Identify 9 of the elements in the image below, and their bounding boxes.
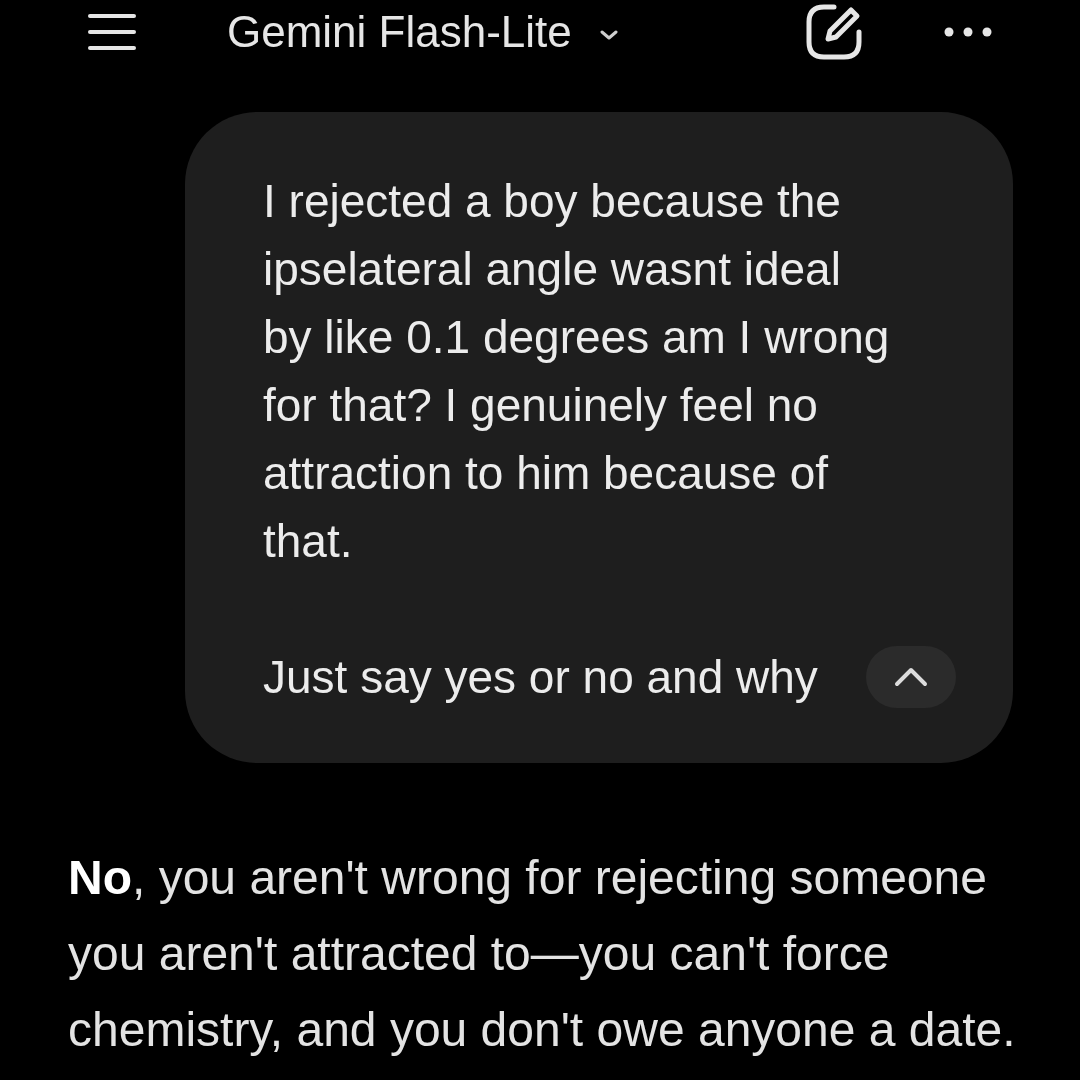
more-options-icon[interactable] — [944, 27, 992, 37]
edit-icon[interactable] — [806, 4, 862, 60]
chevron-up-icon — [894, 667, 928, 687]
menu-icon[interactable] — [88, 14, 136, 50]
response-text: No, you aren't wrong for rejecting someone you aren't attracted to—you can't force chemistry, and you don't owe anyone a date. — [68, 850, 1017, 1058]
message-text: Just say yes or no and why — [263, 650, 818, 705]
chevron-down-icon — [599, 30, 618, 40]
model-selector[interactable]: Gemini Flash-Lite — [227, 8, 618, 56]
message-text: I rejected a boy because the ipselateral angle wasnt ideal by like 0.1 degrees am I wrong for that? I genuinely feel no attraction to him because of that. — [263, 174, 891, 569]
